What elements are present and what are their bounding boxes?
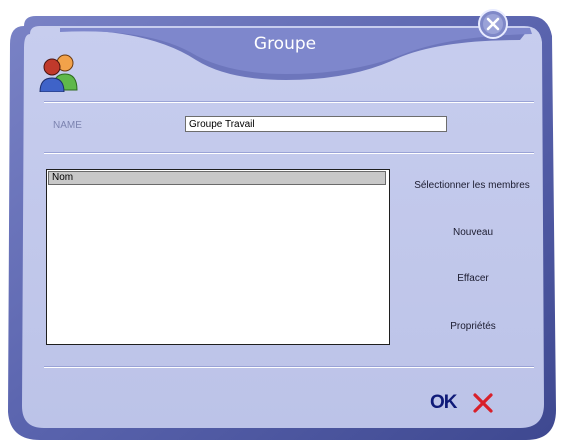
- group-dialog: Groupe NAME Nom Sélectionner les membres…: [0, 0, 562, 444]
- name-label: NAME: [53, 120, 82, 131]
- properties-button[interactable]: Propriétés: [408, 321, 538, 332]
- separator: [44, 101, 534, 103]
- column-header-nom[interactable]: Nom: [48, 171, 386, 185]
- close-icon[interactable]: [477, 8, 509, 40]
- select-members-button[interactable]: Sélectionner les membres: [407, 180, 537, 191]
- group-icon: [39, 54, 78, 92]
- dialog-title: Groupe: [253, 34, 317, 54]
- name-field[interactable]: [185, 116, 447, 132]
- members-list[interactable]: Nom: [46, 169, 390, 345]
- separator: [44, 152, 534, 154]
- separator: [44, 366, 534, 368]
- ok-button[interactable]: OK: [430, 392, 457, 414]
- delete-button[interactable]: Effacer: [408, 273, 538, 284]
- cancel-icon[interactable]: [472, 392, 494, 414]
- new-button[interactable]: Nouveau: [408, 227, 538, 238]
